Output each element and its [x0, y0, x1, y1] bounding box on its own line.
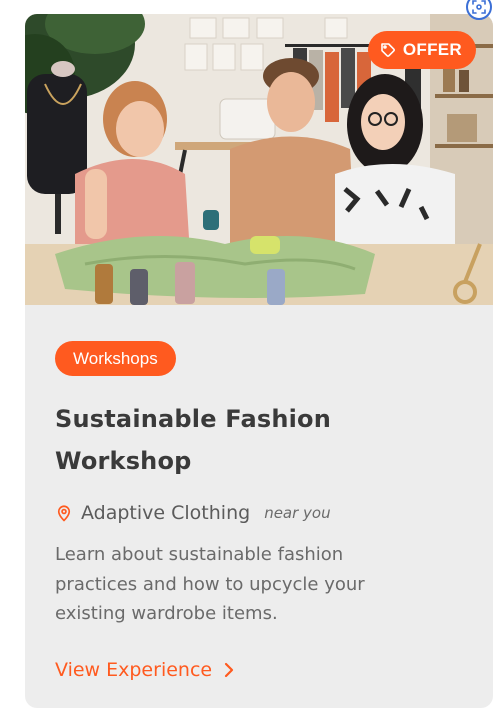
location-row: Adaptive Clothing near you: [55, 502, 463, 524]
tag-icon: [380, 42, 396, 58]
view-experience-link[interactable]: View Experience: [55, 659, 234, 681]
hero-image: OFFER: [25, 14, 493, 305]
card-title-line-2: Workshop: [55, 447, 192, 475]
experience-card[interactable]: OFFER Workshops Sustainable Fashion Work…: [25, 14, 493, 708]
card-title-line-1: Sustainable Fashion: [55, 405, 332, 433]
offer-badge-label: OFFER: [402, 40, 462, 59]
map-pin-icon: [55, 503, 73, 523]
description-line: practices and how to upcycle your: [55, 573, 365, 595]
location-name: Adaptive Clothing: [81, 502, 251, 524]
card-description: Learn about sustainable fashion practice…: [55, 540, 463, 629]
card-content: Workshops Sustainable Fashion Workshop A…: [25, 305, 493, 681]
category-chip[interactable]: Workshops: [55, 341, 176, 376]
view-experience-label: View Experience: [55, 658, 213, 681]
offer-badge: OFFER: [367, 31, 476, 69]
proximity-label: near you: [264, 504, 331, 522]
page: OFFER Workshops Sustainable Fashion Work…: [0, 0, 498, 721]
card-title: Sustainable Fashion Workshop: [55, 398, 463, 482]
chevron-right-icon: [224, 662, 234, 678]
description-line: existing wardrobe items.: [55, 603, 278, 624]
description-line: Learn about sustainable fashion: [55, 544, 344, 565]
